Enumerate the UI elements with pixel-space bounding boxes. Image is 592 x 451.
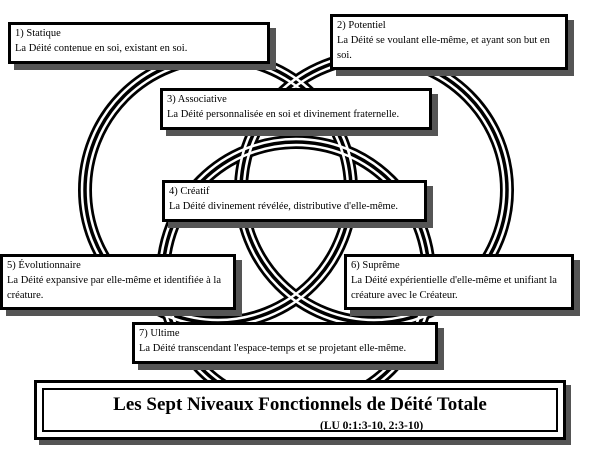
level-7-box: 7) Ultime La Déité transcendant l'espace…	[132, 322, 438, 364]
level-7-description: La Déité transcendant l'espace-temps et …	[139, 343, 407, 354]
title-frame: Les Sept Niveaux Fonctionnels de Déité T…	[34, 380, 566, 440]
level-1-description: La Déité contenue en soi, existant en so…	[15, 43, 188, 54]
level-2-title: 2) Potentiel	[337, 20, 386, 31]
level-5-title: 5) Évolutionnaire	[7, 260, 81, 271]
diagram-reference: (LU 0:1:3-10, 2:3-10)	[320, 420, 424, 432]
level-3-box: 3) Associative La Déité personnalisée en…	[160, 88, 432, 130]
level-6-description: La Déité expérientielle d'elle-même et u…	[351, 275, 557, 301]
level-5-box: 5) Évolutionnaire La Déité expansive par…	[0, 254, 236, 310]
level-1-box: 1) Statique La Déité contenue en soi, ex…	[8, 22, 270, 64]
level-3-description: La Déité personnalisée en soi et divinem…	[167, 109, 400, 120]
level-1-title: 1) Statique	[15, 28, 61, 39]
level-4-description: La Déité divinement révélée, distributiv…	[169, 201, 399, 212]
diagram-canvas: 1) Statique La Déité contenue en soi, ex…	[0, 0, 592, 451]
title-inner-frame: Les Sept Niveaux Fonctionnels de Déité T…	[42, 388, 558, 432]
level-6-box: 6) Suprême La Déité expérientielle d'ell…	[344, 254, 574, 310]
level-4-box: 4) Créatif La Déité divinement révélée, …	[162, 180, 427, 222]
level-3-title: 3) Associative	[167, 94, 227, 105]
level-2-box: 2) Potentiel La Déité se voulant elle-mê…	[330, 14, 568, 70]
diagram-title: Les Sept Niveaux Fonctionnels de Déité T…	[113, 394, 487, 415]
level-5-description: La Déité expansive par elle-même et iden…	[7, 275, 221, 301]
level-2-description: La Déité se voulant elle-même, et ayant …	[337, 35, 550, 61]
level-4-title: 4) Créatif	[169, 186, 210, 197]
level-6-title: 6) Suprême	[351, 260, 400, 271]
level-7-title: 7) Ultime	[139, 328, 180, 339]
